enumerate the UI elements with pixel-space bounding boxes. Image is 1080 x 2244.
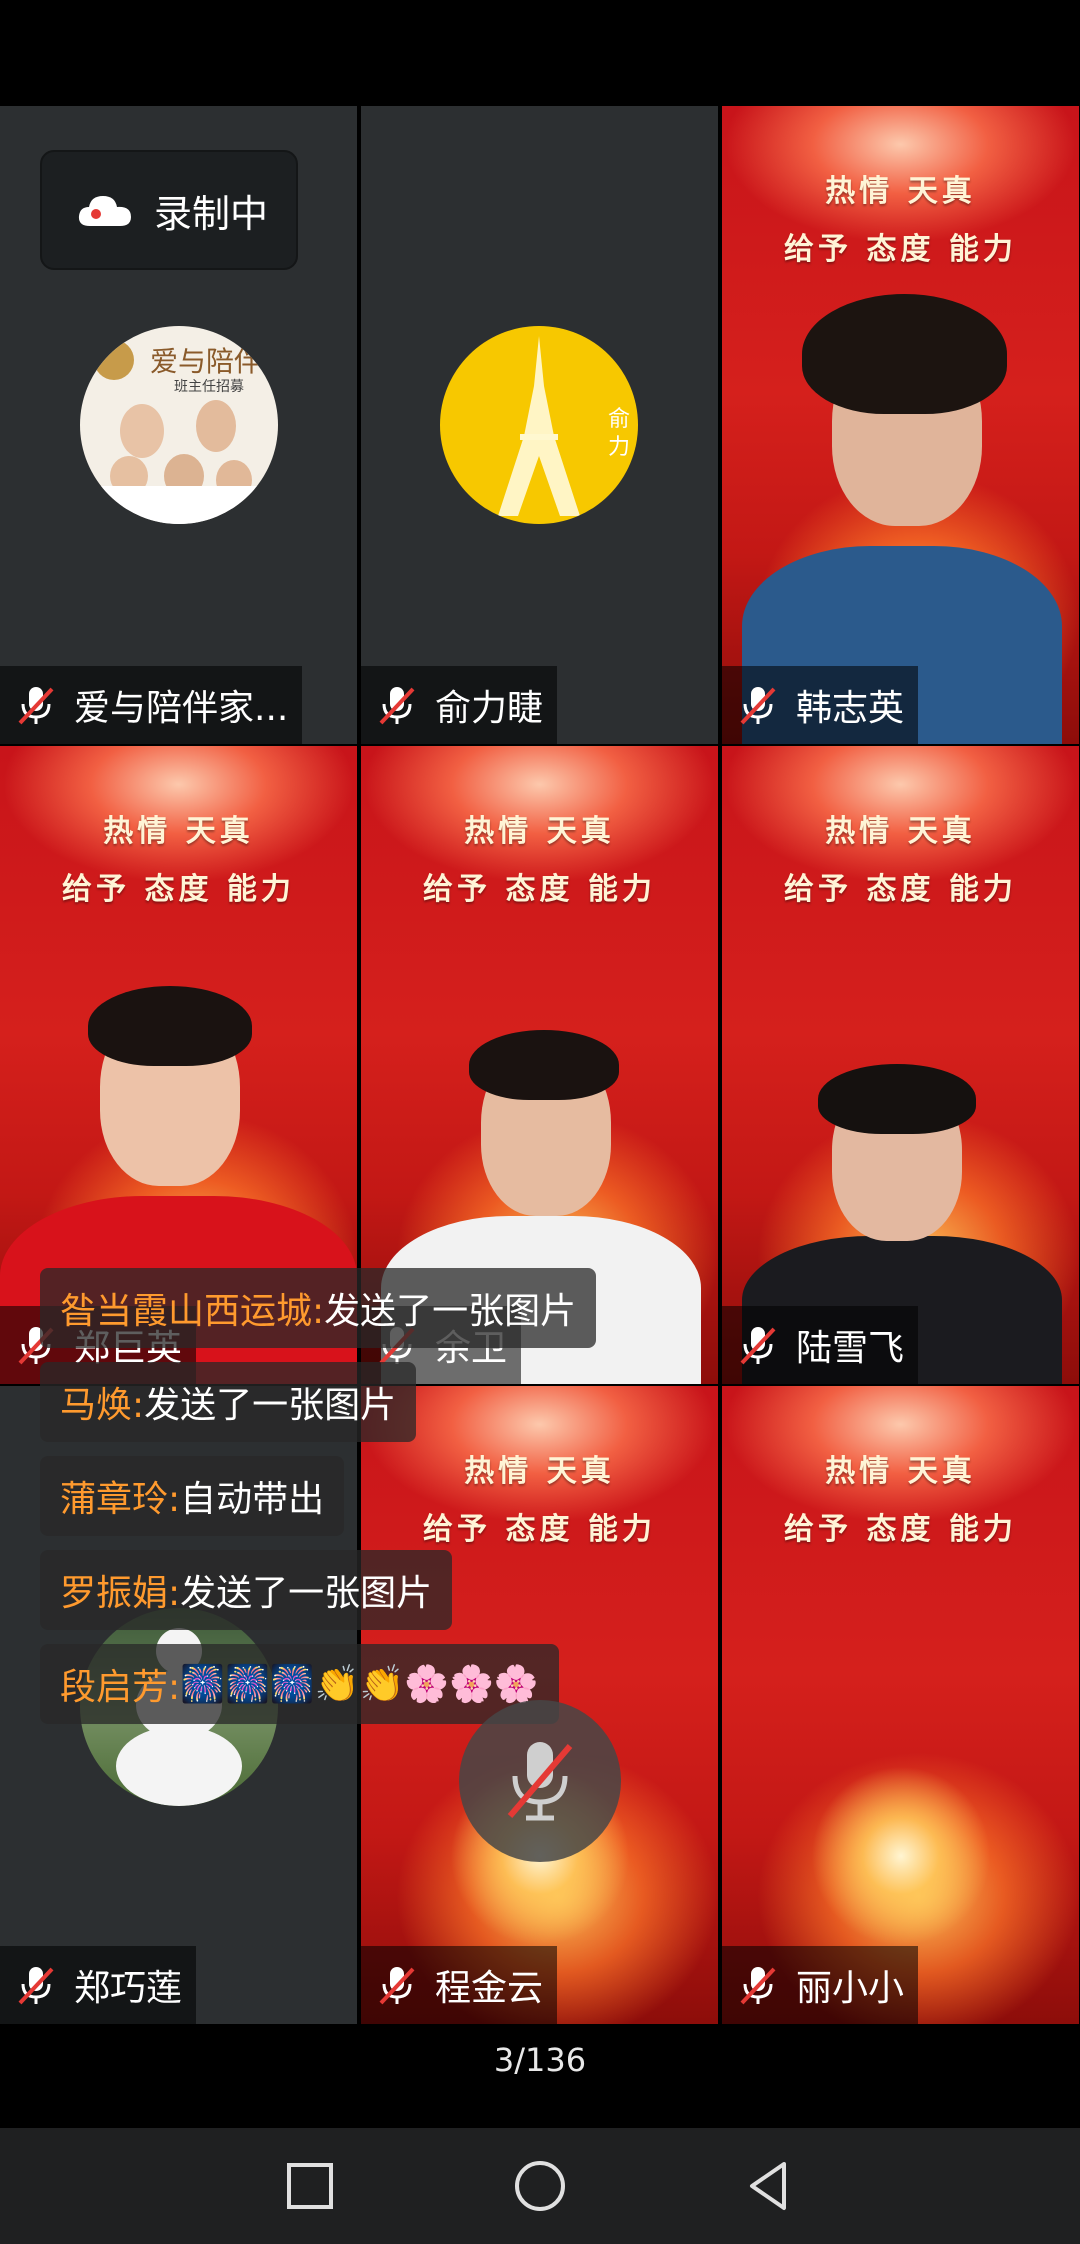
poster-slogan-line1: 热情 天真 <box>464 1454 615 1489</box>
participant-name-tag: 丽小小 <box>722 1946 919 2024</box>
recording-label: 录制中 <box>154 191 269 236</box>
participant-name: 韩志英 <box>796 688 905 729</box>
system-nav-bar <box>0 2128 1080 2244</box>
page-counter: 3/136 <box>493 2041 587 2079</box>
chat-sender: 昝当霞山西运城: <box>60 1291 325 1332</box>
mic-muted-icon <box>740 687 776 725</box>
participant-name: 程金云 <box>435 1968 544 2009</box>
participant-name: 陆雪飞 <box>796 1328 905 1369</box>
circle-icon <box>515 2161 565 2211</box>
chat-text: 发送了一张图片 <box>180 1573 433 1614</box>
chat-message: 昝当霞山西运城: 发送了一张图片 <box>40 1268 597 1348</box>
chat-sender: 段启芳: <box>60 1667 181 1708</box>
participant-tile-2[interactable]: 俞力 俞力睫 <box>361 106 718 744</box>
participant-tile-3[interactable]: 热情 天真 给予 态度 能力 韩志英 <box>722 106 1079 744</box>
participant-name: 丽小小 <box>796 1968 905 2009</box>
chat-sender: 罗振娟: <box>60 1573 181 1614</box>
mic-muted-icon <box>18 1967 54 2005</box>
participant-video-figure <box>722 106 1079 744</box>
poster-slogan-line2: 给予 态度 能力 <box>784 1512 1017 1547</box>
participant-avatar: 爱与陪伴 班主任招募 <box>80 326 278 524</box>
chat-text: 发送了一张图片 <box>144 1385 397 1426</box>
chat-message: 段启芳: 🎆🎆🎆👏👏🌸🌸🌸 <box>40 1644 559 1724</box>
back-button[interactable] <box>740 2156 800 2216</box>
poster-sun <box>810 1766 991 1946</box>
participant-tile-9[interactable]: 热情 天真 给予 态度 能力 丽小小 <box>722 1386 1079 2024</box>
poster-slogan-line2: 给予 态度 能力 <box>423 1512 656 1547</box>
status-bar-area <box>0 0 1080 106</box>
chat-text: 自动带出 <box>180 1479 325 1520</box>
mic-muted-icon <box>740 1967 776 2005</box>
chat-message: 马焕: 发送了一张图片 <box>40 1362 417 1442</box>
participant-video-figure <box>722 746 1079 1384</box>
participant-name-tag: 陆雪飞 <box>722 1306 919 1384</box>
avatar-subtitle: 班主任招募 <box>174 379 244 395</box>
participant-name-tag: 郑巧莲 <box>0 1946 197 2024</box>
chat-text: 发送了一张图片 <box>324 1291 577 1332</box>
chat-message: 罗振娟: 发送了一张图片 <box>40 1550 453 1630</box>
participant-name: 爱与陪伴家... <box>74 688 289 729</box>
triangle-back-icon <box>750 2162 786 2210</box>
mic-muted-icon <box>18 687 54 725</box>
participant-name: 郑巧莲 <box>74 1968 183 2009</box>
mic-toggle-button[interactable] <box>459 1700 621 1862</box>
cloud-icon <box>78 196 131 226</box>
chat-sender: 蒲章玲: <box>60 1479 181 1520</box>
participant-name: 俞力睫 <box>435 688 544 729</box>
chat-message: 蒲章玲: 自动带出 <box>40 1456 345 1536</box>
avatar-text: 俞力 <box>608 407 631 460</box>
mic-muted-icon <box>379 1967 415 2005</box>
participant-tile-1[interactable]: 录制中 爱与陪伴 班主任招募 爱与陪伴家... <box>0 106 357 744</box>
participant-name-tag: 程金云 <box>361 1946 558 2024</box>
square-icon <box>287 2163 333 2209</box>
participant-name-tag: 俞力睫 <box>361 666 558 744</box>
chat-text: 🎆🎆🎆👏👏🌸🌸🌸 <box>180 1664 539 1705</box>
home-button[interactable] <box>510 2156 570 2216</box>
participant-name-tag: 爱与陪伴家... <box>0 666 303 744</box>
participant-name-tag: 韩志英 <box>722 666 919 744</box>
mic-muted-icon <box>507 1742 573 1821</box>
participant-avatar: 俞力 <box>440 326 638 524</box>
mic-muted-icon <box>379 687 415 725</box>
mic-muted-icon <box>740 1327 776 1365</box>
recent-apps-button[interactable] <box>280 2156 340 2216</box>
avatar-title: 爱与陪伴 <box>150 345 263 378</box>
poster-slogan-line1: 热情 天真 <box>825 1454 976 1489</box>
chat-sender: 马焕: <box>60 1385 145 1426</box>
participant-tile-6[interactable]: 热情 天真 给予 态度 能力 陆雪飞 <box>722 746 1079 1384</box>
recording-badge[interactable]: 录制中 <box>40 150 298 270</box>
